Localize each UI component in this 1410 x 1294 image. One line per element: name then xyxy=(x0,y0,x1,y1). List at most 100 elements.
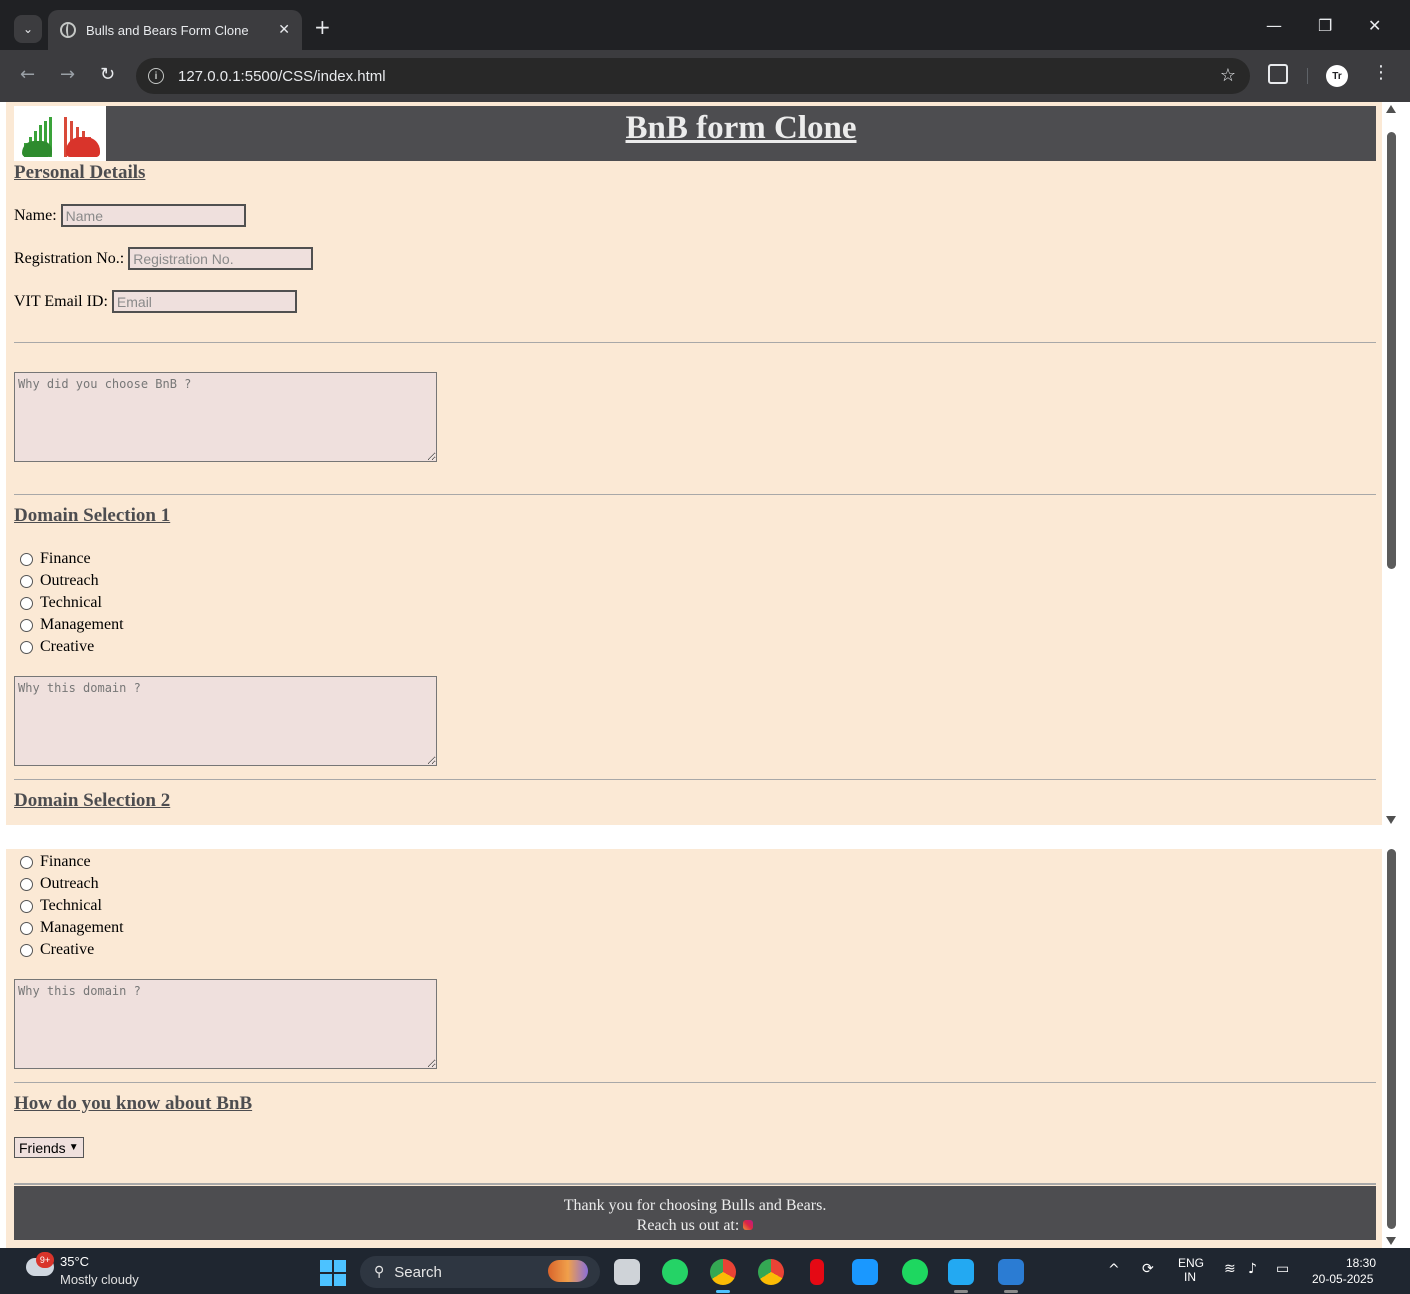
domain-1-option-technical[interactable]: Technical xyxy=(20,592,124,614)
page-title[interactable]: BnB form Clone xyxy=(106,106,1376,150)
windows-start-icon[interactable] xyxy=(320,1260,346,1286)
tab-search-chevron-icon[interactable]: ⌄ xyxy=(14,15,42,43)
word-icon[interactable] xyxy=(998,1259,1024,1285)
weather-description[interactable]: Mostly cloudy xyxy=(60,1272,139,1287)
tray-chevron-up-icon[interactable]: ^ xyxy=(1108,1262,1120,1278)
site-info-icon[interactable]: i xyxy=(148,68,164,84)
running-app-indicator xyxy=(1004,1290,1018,1293)
search-label: Search xyxy=(394,1263,442,1281)
chrome-profile-icon[interactable] xyxy=(758,1259,784,1285)
domain-2-option-outreach[interactable]: Outreach xyxy=(20,873,124,895)
vscode-icon[interactable] xyxy=(948,1259,974,1285)
reload-icon[interactable]: ↻ xyxy=(100,64,115,85)
registration-input[interactable] xyxy=(128,247,314,270)
domain-2-reason-textarea[interactable] xyxy=(14,979,437,1069)
bnb-logo xyxy=(14,106,106,161)
page-scrollbar[interactable] xyxy=(1384,849,1400,1248)
section-divider xyxy=(14,342,1376,343)
name-input[interactable] xyxy=(60,204,246,227)
name-field-row: Name: xyxy=(14,204,246,227)
radio-button[interactable] xyxy=(20,943,33,957)
email-input[interactable] xyxy=(111,290,297,313)
radio-button[interactable] xyxy=(20,596,33,610)
browser-tab-bar: ⌄ Bulls and Bears Form Clone ✕ + — ❐ ✕ xyxy=(0,0,1410,57)
domain-1-reason-textarea[interactable] xyxy=(14,676,437,766)
weather-temperature[interactable]: 35°C xyxy=(60,1254,89,1269)
radio-button[interactable] xyxy=(20,618,33,632)
domain-2-option-creative[interactable]: Creative xyxy=(20,939,124,961)
battery-icon[interactable]: ▭ xyxy=(1276,1261,1289,1277)
domain-selection-1-heading[interactable]: Domain Selection 1 xyxy=(14,505,170,527)
name-label: Name: xyxy=(14,206,57,224)
page-scrollbar[interactable] xyxy=(1384,102,1400,825)
task-view-icon[interactable] xyxy=(614,1259,640,1285)
radio-button[interactable] xyxy=(20,574,33,588)
domain-1-option-finance[interactable]: Finance xyxy=(20,548,124,570)
domain-2-option-finance[interactable]: Finance xyxy=(20,851,124,873)
forward-arrow-icon[interactable]: → xyxy=(60,64,75,85)
email-label: VIT Email ID: xyxy=(14,292,108,310)
scrollbar-thumb[interactable] xyxy=(1387,132,1396,569)
section-divider xyxy=(14,1082,1376,1083)
minimize-icon[interactable]: — xyxy=(1266,16,1282,35)
language-top[interactable]: ENG xyxy=(1178,1256,1204,1270)
domain-1-option-outreach[interactable]: Outreach xyxy=(20,570,124,592)
page-viewport-top: BnB form Clone Personal Details Name: Re… xyxy=(6,102,1382,825)
chevron-down-icon: ▼ xyxy=(68,1142,79,1153)
source-select[interactable]: Friends ▼ xyxy=(14,1137,84,1158)
browser-menu-icon[interactable]: ⋮ xyxy=(1372,62,1390,83)
domain-1-option-management[interactable]: Management xyxy=(20,614,124,636)
registration-label: Registration No.: xyxy=(14,249,125,267)
instagram-icon[interactable] xyxy=(743,1220,754,1231)
sync-icon[interactable]: ⟳ xyxy=(1142,1261,1154,1277)
domain-1-option-creative[interactable]: Creative xyxy=(20,636,124,658)
tab-close-icon[interactable]: ✕ xyxy=(278,22,290,38)
restore-icon[interactable]: ❐ xyxy=(1318,16,1332,35)
radio-button[interactable] xyxy=(20,877,33,891)
radio-button[interactable] xyxy=(20,921,33,935)
scrollbar-thumb[interactable] xyxy=(1387,849,1396,1229)
bookmark-star-icon[interactable]: ☆ xyxy=(1220,65,1236,86)
screenshot-gap xyxy=(0,825,1410,849)
domain-1-options: Finance Outreach Technical Management Cr… xyxy=(20,548,124,658)
tab-title: Bulls and Bears Form Clone xyxy=(86,22,249,38)
why-bnb-textarea[interactable] xyxy=(14,372,437,462)
netflix-icon[interactable] xyxy=(810,1259,824,1285)
scroll-up-arrow-icon[interactable] xyxy=(1386,105,1396,113)
site-header: BnB form Clone xyxy=(14,106,1376,161)
back-arrow-icon[interactable]: ← xyxy=(20,64,35,85)
domain-2-option-technical[interactable]: Technical xyxy=(20,895,124,917)
domain-2-option-management[interactable]: Management xyxy=(20,917,124,939)
radio-button[interactable] xyxy=(20,640,33,654)
address-bar[interactable]: i 127.0.0.1:5500/CSS/index.html ☆ xyxy=(136,58,1250,94)
spotify-icon[interactable] xyxy=(902,1259,928,1285)
prime-video-icon[interactable] xyxy=(852,1259,878,1285)
notification-badge: 9+ xyxy=(36,1252,54,1268)
browser-toolbar: ← → ↻ i 127.0.0.1:5500/CSS/index.html ☆ … xyxy=(0,50,1410,102)
volume-icon[interactable]: ♪ xyxy=(1248,1261,1257,1277)
profile-avatar[interactable]: Tr xyxy=(1326,65,1348,87)
search-highlight-icon[interactable] xyxy=(548,1260,588,1282)
how-know-heading[interactable]: How do you know about BnB xyxy=(14,1093,252,1115)
personal-details-heading[interactable]: Personal Details xyxy=(14,162,145,184)
section-divider xyxy=(14,779,1376,780)
running-app-indicator xyxy=(954,1290,968,1293)
wifi-icon[interactable]: ≋ xyxy=(1224,1261,1236,1277)
radio-button[interactable] xyxy=(20,855,33,869)
clock-time[interactable]: 18:30 xyxy=(1346,1256,1376,1270)
new-tab-icon[interactable]: + xyxy=(314,15,331,39)
language-bottom[interactable]: IN xyxy=(1184,1270,1196,1284)
domain-selection-2-heading[interactable]: Domain Selection 2 xyxy=(14,790,170,812)
extensions-icon[interactable] xyxy=(1268,64,1288,84)
radio-button[interactable] xyxy=(20,899,33,913)
scroll-down-arrow-icon[interactable] xyxy=(1386,1237,1396,1245)
browser-tab[interactable]: Bulls and Bears Form Clone ✕ xyxy=(48,10,302,50)
url-text: 127.0.0.1:5500/CSS/index.html xyxy=(178,67,386,85)
scroll-down-arrow-icon[interactable] xyxy=(1386,816,1396,824)
window-close-icon[interactable]: ✕ xyxy=(1368,16,1381,35)
globe-icon xyxy=(60,22,76,38)
chrome-icon[interactable] xyxy=(710,1259,736,1285)
whatsapp-icon[interactable] xyxy=(662,1259,688,1285)
radio-button[interactable] xyxy=(20,552,33,566)
clock-date[interactable]: 20-05-2025 xyxy=(1312,1272,1373,1286)
